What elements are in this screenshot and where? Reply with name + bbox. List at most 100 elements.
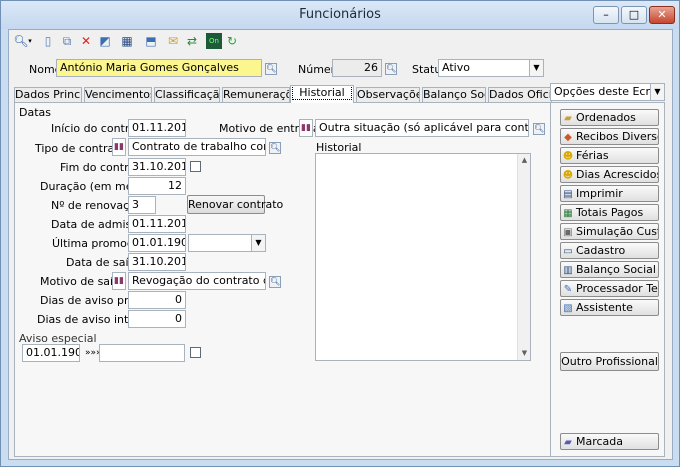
scroll-down-icon[interactable]: ▼ <box>518 347 531 360</box>
cadastro-label: Cadastro <box>576 244 626 257</box>
title-bar: Funcionários – □ ✕ <box>1 1 679 29</box>
opcoes-select[interactable]: Opções deste Ecrã ▼ <box>550 83 665 101</box>
motivo-saida-field[interactable]: Revogação do contrato de trabalho <box>128 272 266 290</box>
nome-field[interactable]: António Maria Gomes Gonçalves <box>56 59 262 77</box>
tab-remuneracoes[interactable]: Remunerações <box>222 87 290 103</box>
nome-search-icon[interactable]: 🔍︎ <box>265 63 277 75</box>
tipo-search-icon[interactable]: 🔍︎ <box>269 142 281 154</box>
balanco-social-button[interactable]: ▥Balanço Social / RU <box>560 261 659 278</box>
promocao-field[interactable]: 01.01.1900 <box>128 234 186 252</box>
minimize-icon: – <box>603 8 609 21</box>
table-icon: ▦ <box>563 208 573 219</box>
fim-field[interactable]: 31.10.2014 <box>128 158 186 176</box>
renovacoes-field[interactable]: 3 <box>128 196 156 214</box>
ferias-label: Férias <box>576 149 609 162</box>
new-doc-icon[interactable]: ▯ <box>40 33 56 49</box>
tab-balanco-social[interactable]: Balanço Social <box>422 87 486 103</box>
chevron-down-icon[interactable]: ▼ <box>529 60 543 76</box>
historial-panel: Datas Início do contrato 01.11.2011 Tipo… <box>14 102 554 457</box>
client-area: 🔍︎ ▾ ▯ ⧉ ✕ ◩ ▦ ⬒ ✉ ⇄ On ↻ Nome António M… <box>8 29 673 460</box>
status-select[interactable]: Ativo ▼ <box>438 59 544 77</box>
imprimir-button[interactable]: ▤ Imprimir <box>560 185 659 202</box>
processador-label: Processador Texto <box>576 282 658 295</box>
smiley-icon: ☻ <box>562 170 574 181</box>
motivo-entrada-search-icon[interactable]: 🔍︎ <box>533 123 545 135</box>
close-button[interactable]: ✕ <box>649 6 675 24</box>
tab-historial[interactable]: Historial <box>290 85 354 103</box>
cadastro-button[interactable]: ▭ Cadastro <box>560 242 659 259</box>
tab-dados-oficiais[interactable]: Dados Oficiais <box>488 87 552 103</box>
tab-historial-label: Historial <box>292 86 352 100</box>
tab-observacoes[interactable]: Observações <box>356 87 420 103</box>
export-icon[interactable]: ◩ <box>97 33 113 49</box>
admissao-field[interactable]: 01.11.2011 <box>128 215 186 233</box>
chevron-down-icon[interactable]: ▾ <box>26 33 34 49</box>
dias-label: Dias Acrescidos <box>576 168 659 181</box>
folder-icon: ▰ <box>564 113 572 124</box>
chevron-down-icon[interactable]: ▼ <box>251 235 265 251</box>
aviso-previo-field[interactable]: 0 <box>128 291 186 309</box>
ordenados-label: Ordenados <box>576 111 636 124</box>
processador-texto-button[interactable]: ✎Processador Texto <box>560 280 659 297</box>
imprimir-label: Imprimir <box>576 187 623 200</box>
tab-vencimentos[interactable]: Vencimentos <box>84 87 152 103</box>
marker-icon: ▰ <box>564 437 572 448</box>
outro-profissional-button[interactable]: Outro Profissional <box>560 352 659 371</box>
tipo-field[interactable]: Contrato de trabalho com termo <box>128 138 266 156</box>
promocao-select[interactable]: ▼ <box>188 234 266 252</box>
motivo-entrada-field[interactable]: Outra situação (só aplicável para contra… <box>315 119 529 137</box>
ferias-button[interactable]: ☻ Férias <box>560 147 659 164</box>
recibos-diversos-button[interactable]: ◆ Recibos Diversos <box>560 128 659 145</box>
chevron-down-icon[interactable]: ▼ <box>650 84 664 100</box>
fim-checkbox[interactable] <box>190 161 201 172</box>
assistente-label: Assistente <box>576 301 633 314</box>
dias-acrescidos-button[interactable]: ☻ Dias Acrescidos <box>560 166 659 183</box>
aviso-especial-field[interactable]: 01.01.1900 <box>22 344 80 362</box>
calculator-icon[interactable]: ▦ <box>119 33 135 49</box>
numero-search-icon[interactable]: 🔍︎ <box>385 63 397 75</box>
aviso-especial-checkbox[interactable] <box>190 347 201 358</box>
ordenados-button[interactable]: ▰ Ordenados <box>560 109 659 126</box>
simulacao-label: Simulação Custos <box>576 225 658 238</box>
aviso-interno-field[interactable]: 0 <box>128 310 186 328</box>
app-window: Funcionários – □ ✕ 🔍︎ ▾ ▯ ⧉ ✕ ◩ ▦ ⬒ ✉ ⇄ … <box>0 0 680 467</box>
delete-icon[interactable]: ✕ <box>78 33 94 49</box>
scroll-up-icon[interactable]: ▲ <box>518 154 531 167</box>
mail-icon[interactable]: ✉ <box>165 33 181 49</box>
renovar-contrato-button[interactable]: Renovar contrato <box>187 195 283 214</box>
inicio-field[interactable]: 01.11.2011 <box>128 119 186 137</box>
wizard-icon: ▧ <box>563 303 573 314</box>
on-icon[interactable]: On <box>206 33 222 49</box>
minimize-button[interactable]: – <box>593 6 619 24</box>
motivo-saida-picker-icon[interactable]: ▮▮ <box>112 272 126 290</box>
recibos-label: Recibos Diversos <box>576 130 658 143</box>
chart-icon: ▥ <box>563 265 573 276</box>
totais-pagos-button[interactable]: ▦ Totais Pagos <box>560 204 659 221</box>
motivo-saida-search-icon[interactable]: 🔍︎ <box>269 276 281 288</box>
marcada-label: Marcada <box>576 435 624 448</box>
motivo-entrada-picker-icon[interactable]: ▮▮ <box>299 119 313 137</box>
datas-group-label: Datas <box>19 106 51 119</box>
calculator-icon: ▣ <box>563 227 573 238</box>
balanco-label: Balanço Social / RU <box>576 263 658 276</box>
simulacao-custos-button[interactable]: ▣Simulação Custos <box>560 223 659 240</box>
copy-icon[interactable]: ⧉ <box>59 33 75 49</box>
maximize-button[interactable]: □ <box>621 6 647 24</box>
saida-field[interactable]: 31.10.2014 <box>128 253 186 271</box>
historial-scrollbar[interactable]: ▲ ▼ <box>517 154 530 360</box>
print-icon[interactable]: ⬒ <box>143 33 159 49</box>
tipo-picker-icon[interactable]: ▮▮ <box>112 138 126 156</box>
refresh-icon[interactable]: ⇄ <box>184 33 200 49</box>
aviso-especial-target-field[interactable] <box>99 344 185 362</box>
undo-icon[interactable]: ↻ <box>224 33 240 49</box>
opcoes-title: Opções deste Ecrã <box>554 85 657 98</box>
numero-field[interactable]: 26 <box>332 59 382 77</box>
tab-dados-principais[interactable]: Dados Principa <box>14 87 82 103</box>
assistente-button[interactable]: ▧ Assistente <box>560 299 659 316</box>
historial-textarea[interactable]: ▲ ▼ <box>315 153 531 361</box>
id-card-icon: ▭ <box>563 246 573 257</box>
duracao-field[interactable]: 12 <box>128 177 186 195</box>
status-value: Ativo <box>442 61 470 74</box>
tab-classificacao[interactable]: Classificação <box>154 87 220 103</box>
marcada-button[interactable]: ▰ Marcada <box>560 433 659 450</box>
